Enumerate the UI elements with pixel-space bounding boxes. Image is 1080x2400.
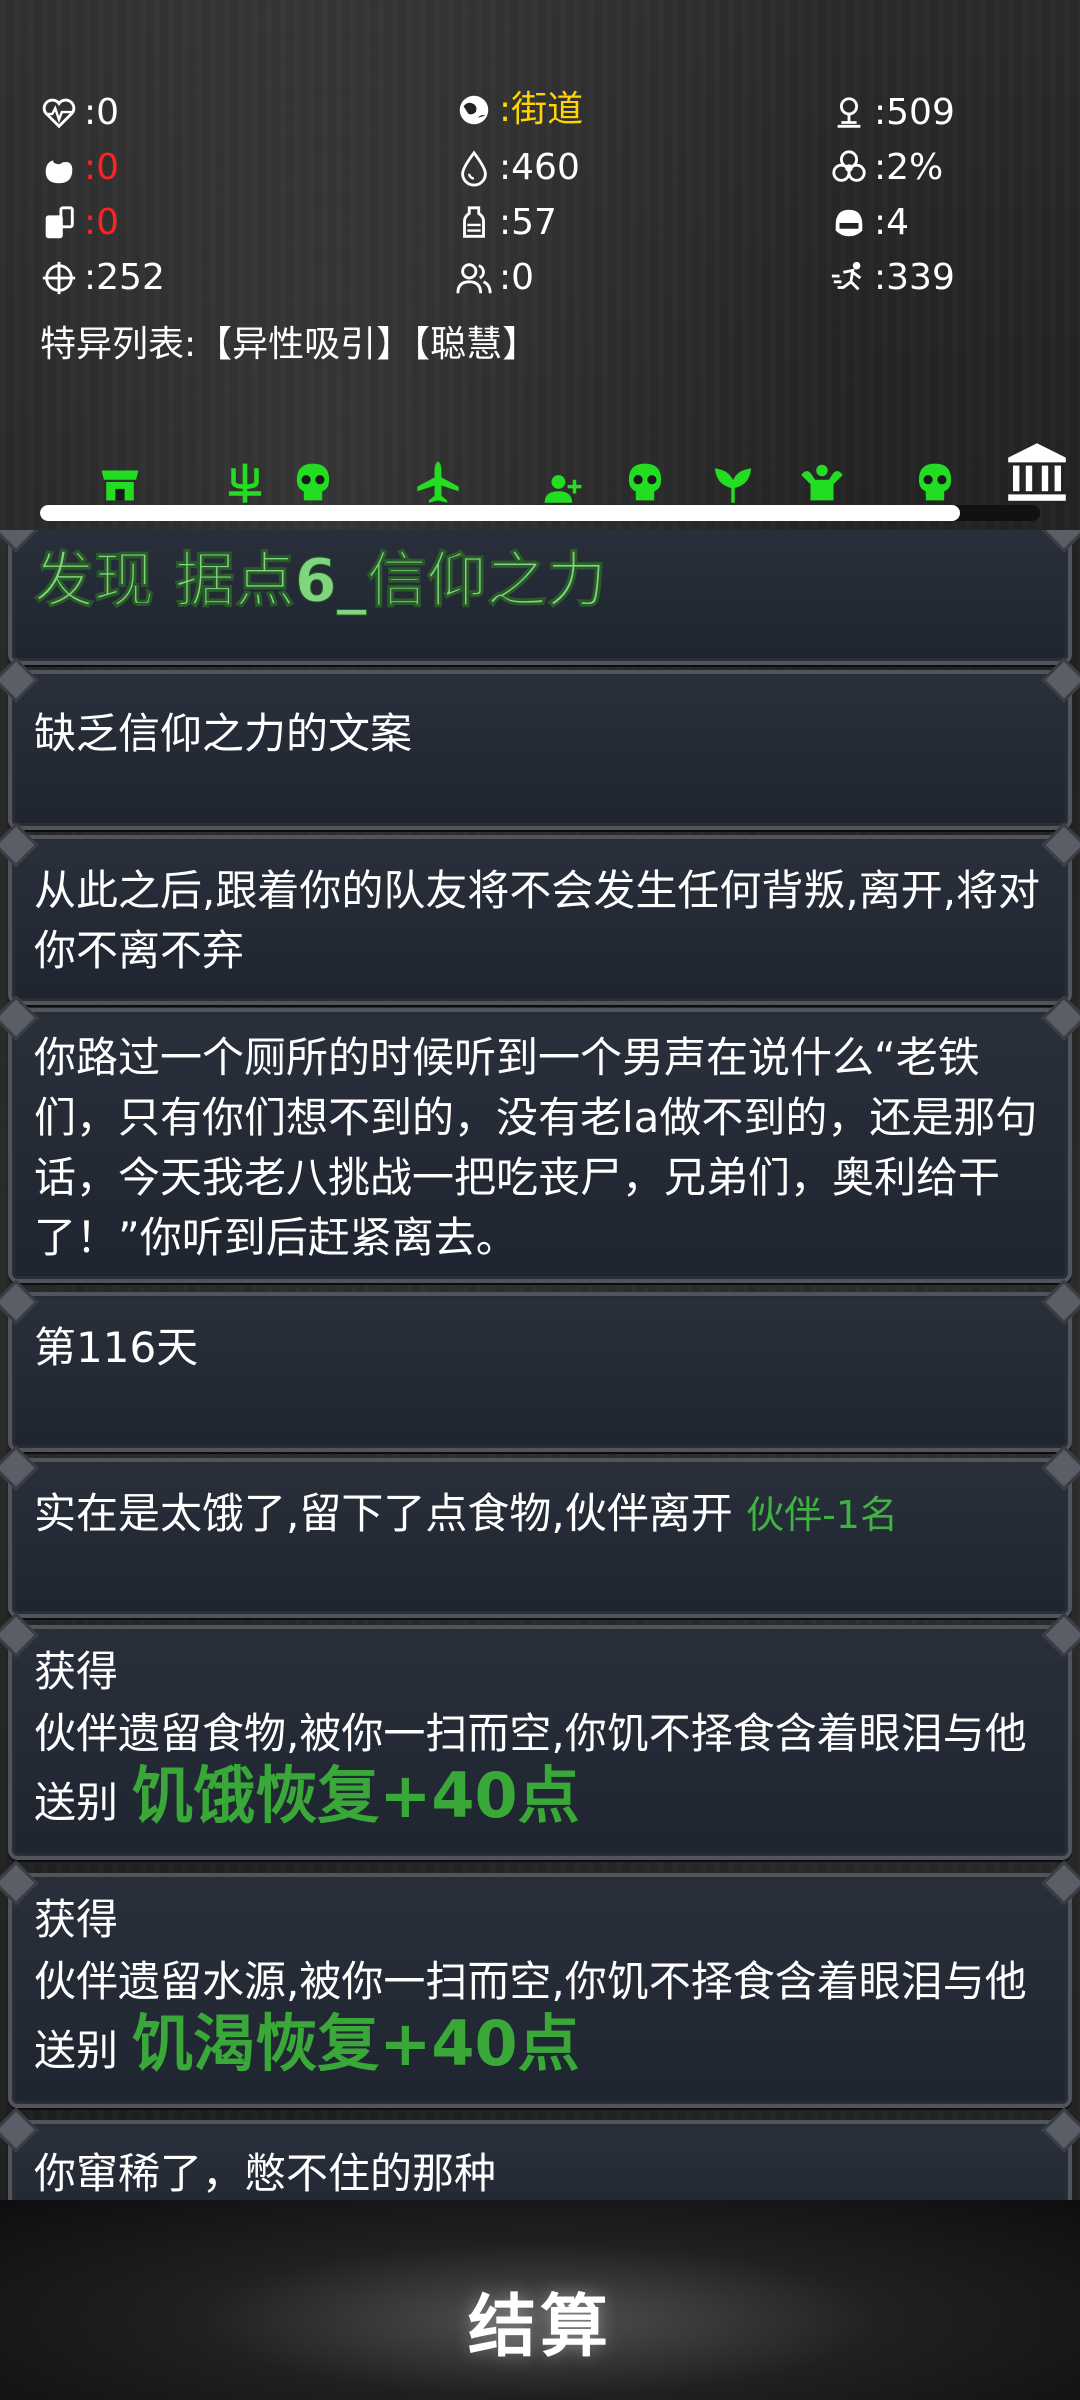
log-text: 第116天 bbox=[34, 1323, 199, 1372]
log-entry: 缺乏信仰之力的文案 bbox=[8, 670, 1072, 830]
muscle-icon[interactable] bbox=[792, 445, 852, 505]
location-stat: :街道 bbox=[455, 90, 583, 130]
water-drop-icon bbox=[455, 148, 499, 188]
bottle-icon bbox=[455, 203, 499, 243]
log-entry: 发现 据点6_信仰之力 bbox=[8, 530, 1072, 665]
skull-icon[interactable] bbox=[615, 445, 675, 505]
plant-icon[interactable] bbox=[703, 445, 763, 505]
group-icon bbox=[455, 258, 499, 298]
log-entry: 实在是太饿了,留下了点食物,伙伴离开 伙伴-1名 bbox=[8, 1458, 1072, 1618]
aim-stat: :252 bbox=[40, 258, 165, 298]
add-user-icon[interactable] bbox=[533, 445, 593, 505]
log-text: 获得 伙伴遗留水源,被你一扫而空,你饥不择食含着眼泪与他送别 饥渴恢复+40点 bbox=[34, 1895, 1027, 2080]
skull-icon[interactable] bbox=[905, 445, 965, 505]
log-text: 你路过一个厕所的时候听到一个男声在说什么“老铁们，只有你们想不到的，没有老la做… bbox=[34, 1033, 1038, 1262]
log-entry: 你路过一个厕所的时候听到一个男声在说什么“老铁们，只有你们想不到的，没有老la做… bbox=[8, 1008, 1072, 1283]
infection-stat: :2% bbox=[830, 148, 943, 188]
log-text: 获得 伙伴遗留食物,被你一扫而空,你饥不择食含着眼泪与他送别 饥饿恢复+40点 bbox=[34, 1647, 1027, 1832]
skull-icon[interactable] bbox=[283, 445, 343, 505]
museum-icon[interactable] bbox=[1005, 440, 1069, 504]
helmet-icon bbox=[830, 203, 874, 243]
biohazard-icon bbox=[830, 148, 874, 188]
water-stat: :460 bbox=[455, 148, 580, 188]
log-text: 缺乏信仰之力的文案 bbox=[34, 709, 413, 758]
companions-stat: :0 bbox=[455, 258, 534, 298]
settle-button[interactable]: 结算 bbox=[390, 2265, 690, 2375]
log-text: 从此之后,跟着你的队友将不会发生任何背叛,离开,将对你不离不弃 bbox=[34, 866, 1041, 975]
log-text: 实在是太饿了,留下了点食物,伙伴离开 伙伴-1名 bbox=[34, 1489, 898, 1538]
speed-stat: :339 bbox=[830, 258, 955, 298]
health-stat: :0 bbox=[40, 93, 119, 133]
log-entry: 获得 伙伴遗留水源,被你一扫而空,你饥不择食含着眼泪与他送别 饥渴恢复+40点 bbox=[8, 1873, 1072, 2108]
globe-icon bbox=[455, 90, 499, 130]
day-progress-bar bbox=[40, 505, 1040, 521]
airplane-icon[interactable] bbox=[408, 445, 468, 505]
companion-change-tag: 伙伴-1名 bbox=[746, 1493, 898, 1537]
log-title: 发现 据点6_信仰之力 bbox=[34, 546, 608, 617]
log-entry: 获得 伙伴遗留食物,被你一扫而空,你饥不择食含着眼泪与他送别 饥饿恢复+40点 bbox=[8, 1625, 1072, 1860]
event-log[interactable]: 发现 据点6_信仰之力 缺乏信仰之力的文案 从此之后,跟着你的队友将不会发生任何… bbox=[0, 530, 1080, 2200]
trident-icon[interactable] bbox=[215, 445, 275, 505]
log-entry: 你窜稀了，憋不住的那种 bbox=[8, 2120, 1072, 2200]
log-entry: 第116天 bbox=[8, 1292, 1072, 1452]
thirst-stat: :0 bbox=[40, 203, 119, 243]
day-progress-fill bbox=[40, 505, 960, 521]
heartbeat-icon bbox=[40, 93, 84, 133]
log-entry: 从此之后,跟着你的队友将不会发生任何背叛,离开,将对你不离不弃 bbox=[8, 835, 1072, 1005]
map-pin-icon bbox=[830, 93, 874, 133]
bottles-stat: :57 bbox=[455, 203, 557, 243]
drink-icon bbox=[40, 203, 84, 243]
distance-stat: :509 bbox=[830, 93, 955, 133]
armor-stat: :4 bbox=[830, 203, 909, 243]
stomach-icon bbox=[40, 148, 84, 188]
thirst-restore-tag: 饥渴恢复+40点 bbox=[131, 2007, 580, 2080]
traits-list: 特异列表:【异性吸引】【聪慧】 bbox=[40, 324, 539, 365]
shop-icon[interactable] bbox=[90, 445, 150, 505]
crosshair-icon bbox=[40, 258, 84, 298]
running-icon bbox=[830, 258, 874, 298]
hunger-restore-tag: 饥饿恢复+40点 bbox=[131, 1759, 580, 1832]
stats-panel: :0 :街道 :509 :0 :460 :2% :0:57:4:252:… bbox=[0, 85, 1080, 385]
log-text: 你窜稀了，憋不住的那种 bbox=[34, 2149, 497, 2198]
hunger-stat: :0 bbox=[40, 148, 119, 188]
